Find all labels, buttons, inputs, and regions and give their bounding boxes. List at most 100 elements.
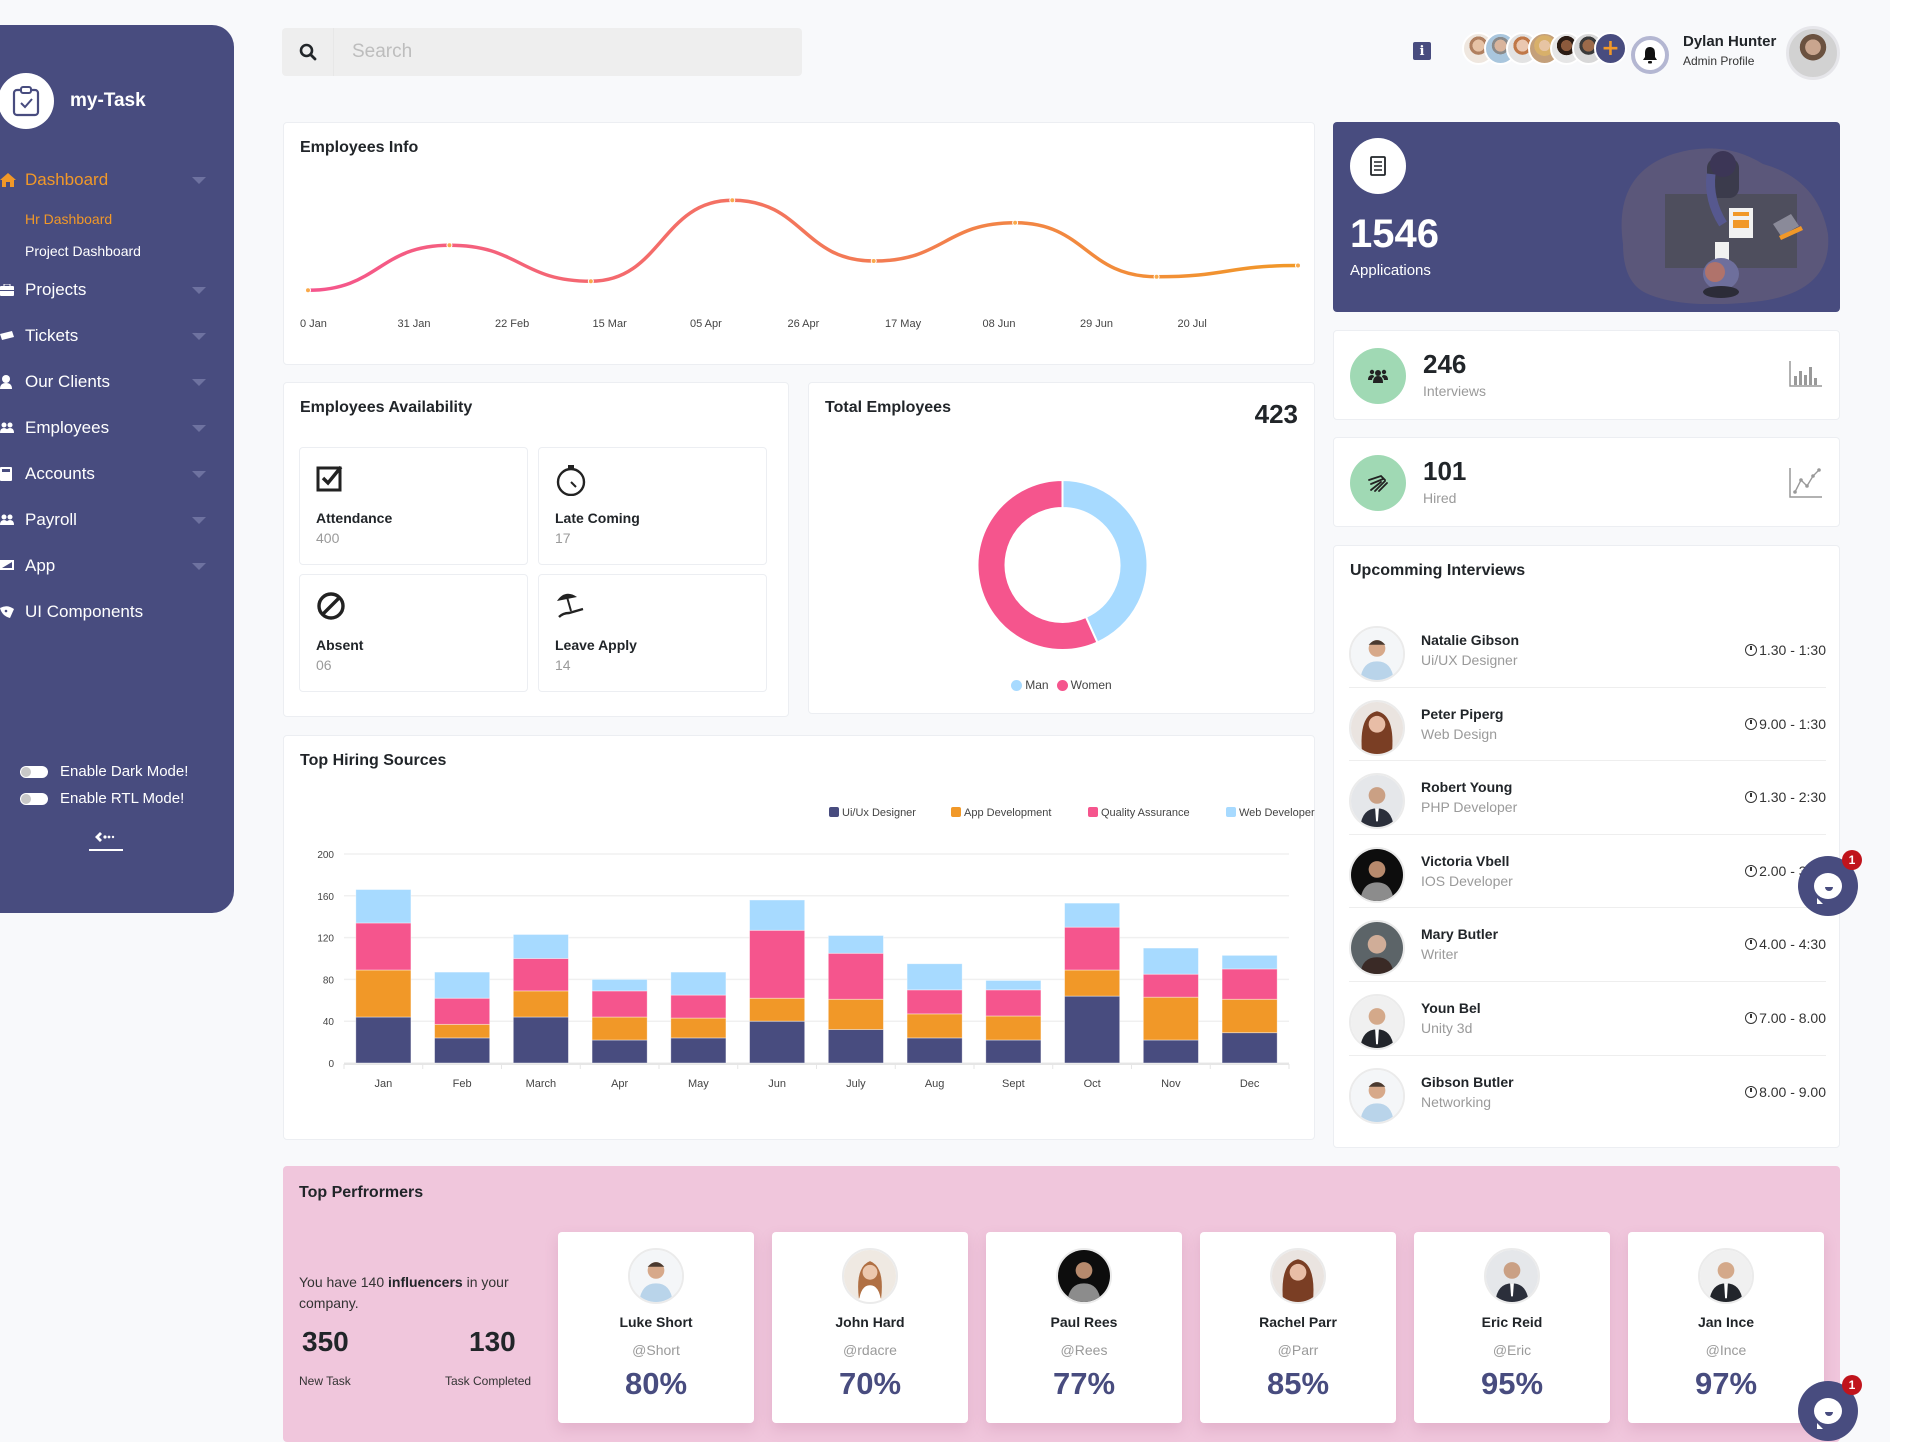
- performer-percent: 97%: [1694, 1366, 1758, 1401]
- x-tick-label: 20 Jul: [1178, 318, 1207, 330]
- sidebar-item-our-clients[interactable]: Our Clients: [0, 359, 234, 405]
- collapse-sidebar-button[interactable]: [88, 831, 124, 859]
- legend-item-women[interactable]: Women: [1056, 678, 1112, 692]
- interview-item[interactable]: Natalie Gibson Ui/UX Designer 1.30 - 1:3…: [1349, 614, 1826, 688]
- bar-segment: [591, 1039, 648, 1064]
- x-tick-label: Aug: [925, 1078, 945, 1090]
- interview-list: Natalie Gibson Ui/UX Designer 1.30 - 1:3…: [1349, 614, 1826, 1129]
- sidebar-item-projects[interactable]: Projects: [0, 267, 234, 313]
- bar-segment: [355, 922, 412, 971]
- leave-apply-tile[interactable]: Leave Apply 14: [538, 574, 767, 692]
- sidebar-item-dashboard[interactable]: Dashboard: [0, 157, 234, 203]
- dark-mode-toggle-row[interactable]: Enable Dark Mode!: [20, 758, 188, 785]
- brand-name: my-Task: [70, 90, 146, 111]
- bar-segment: [906, 963, 963, 991]
- sidebar: my-Task Dashboard Hr Dashboard Project D…: [0, 25, 234, 913]
- interview-item[interactable]: Gibson Butler Networking 8.00 - 9.00: [1349, 1056, 1826, 1130]
- brand[interactable]: my-Task: [0, 73, 146, 129]
- x-tick-label: 05 Apr: [690, 318, 722, 330]
- interview-item[interactable]: Youn Bel Unity 3d 7.00 - 8.00: [1349, 982, 1826, 1056]
- x-tick-label: Sept: [1002, 1078, 1025, 1090]
- attendance-tile[interactable]: Attendance 400: [299, 447, 528, 565]
- chevron-down-icon: [192, 177, 206, 184]
- sidebar-item-app[interactable]: App: [0, 543, 234, 589]
- sidebar-item-tickets[interactable]: Tickets: [0, 313, 234, 359]
- late-coming-tile[interactable]: Late Coming 17: [538, 447, 767, 565]
- sidebar-item-label: Projects: [25, 280, 87, 299]
- bar-segment: [670, 1017, 727, 1039]
- chat-widget-button[interactable]: 1: [1798, 1375, 1862, 1441]
- performer-name: Eric Reid: [1481, 1314, 1543, 1330]
- bar-segment: [1064, 902, 1121, 928]
- interviewee-role: Writer: [1421, 946, 1459, 963]
- chat-widget-button[interactable]: 1: [1798, 850, 1862, 916]
- sidebar-item-label: Dashboard: [25, 170, 109, 189]
- interviewee-role: Ui/UX Designer: [1421, 652, 1518, 668]
- chevron-down-icon: [192, 287, 206, 294]
- absent-tile[interactable]: Absent 06: [299, 574, 528, 692]
- document-icon: [1350, 138, 1406, 194]
- sidebar-item-project-dashboard[interactable]: Project Dashboard: [25, 235, 234, 267]
- add-member-button[interactable]: +: [1594, 32, 1627, 65]
- bar-segment: [1142, 1039, 1199, 1064]
- sidebar-toggles: Enable Dark Mode! Enable RTL Mode!: [20, 758, 188, 812]
- rtl-mode-toggle-row[interactable]: Enable RTL Mode!: [20, 785, 188, 812]
- info-icon[interactable]: i: [1413, 42, 1431, 60]
- bar-segment: [906, 1037, 963, 1064]
- notifications-button[interactable]: [1631, 36, 1669, 74]
- performer-card[interactable]: Paul Rees @Rees 77%: [986, 1232, 1182, 1423]
- avatar: [1698, 1248, 1754, 1304]
- sidebar-item-employees[interactable]: Employees: [0, 405, 234, 451]
- performer-card[interactable]: Jan Ince @Ince 97%: [1628, 1232, 1824, 1423]
- x-tick-label: March: [526, 1078, 557, 1090]
- legend-item-man[interactable]: Man: [1011, 678, 1049, 692]
- interview-item[interactable]: Mary Butler Writer 4.00 - 4:30: [1349, 908, 1826, 982]
- search-icon[interactable]: [282, 28, 334, 76]
- legend-swatch: [1056, 679, 1068, 691]
- bar-segment: [985, 980, 1042, 991]
- bar-segment: [512, 934, 569, 959]
- sidebar-item-ui-components[interactable]: UI Components: [0, 589, 234, 635]
- performer-card[interactable]: John Hard @rdacre 70%: [772, 1232, 968, 1423]
- sidebar-item-payroll[interactable]: Payroll: [0, 497, 234, 543]
- users-icon: [0, 422, 24, 434]
- tile-label: Leave Apply: [555, 637, 637, 653]
- bar-segment: [827, 952, 884, 1000]
- bar-segment: [670, 994, 727, 1019]
- interview-item[interactable]: Victoria Vbell IOS Developer 2.00 - 3:30: [1349, 835, 1826, 909]
- sidebar-item-hr-dashboard[interactable]: Hr Dashboard: [25, 203, 234, 235]
- performer-card[interactable]: Rachel Parr @Parr 85%: [1200, 1232, 1396, 1423]
- bar-segment: [670, 1037, 727, 1064]
- employees-availability-card: Employees Availability Attendance 400 La…: [283, 382, 789, 717]
- users-icon: [1350, 348, 1406, 404]
- line-point: [1153, 273, 1160, 280]
- time-text: 1.30 - 2:30: [1759, 789, 1826, 806]
- avatar: [1349, 699, 1405, 756]
- interviewee-role: Unity 3d: [1421, 1019, 1473, 1036]
- performer-card[interactable]: Luke Short @Short 80%: [558, 1232, 754, 1423]
- chat-badge: 1: [1842, 850, 1862, 870]
- legend-swatch: [1226, 807, 1236, 817]
- time-text: 4.00 - 4:30: [1759, 936, 1826, 953]
- tile-label: Late Coming: [555, 510, 640, 526]
- y-tick-label: 40: [323, 1017, 335, 1028]
- bar-segment: [512, 1016, 569, 1064]
- interview-item[interactable]: Peter Piperg Web Design 9.00 - 1:30: [1349, 688, 1826, 762]
- bar-segment: [355, 969, 412, 1018]
- x-tick-label: Nov: [1161, 1078, 1181, 1090]
- bar-segment: [512, 990, 569, 1018]
- x-tick-label: May: [688, 1078, 709, 1090]
- sidebar-item-label: Our Clients: [25, 372, 111, 391]
- user-role: Admin Profile: [1683, 54, 1755, 68]
- avatar: [1349, 773, 1405, 830]
- performer-handle: @Short: [632, 1342, 680, 1358]
- dark-mode-toggle[interactable]: [20, 765, 48, 778]
- performer-card[interactable]: Eric Reid @Eric 95%: [1414, 1232, 1610, 1423]
- rtl-mode-toggle[interactable]: [20, 792, 48, 805]
- profile-avatar[interactable]: [1786, 26, 1840, 80]
- interview-item[interactable]: Robert Young PHP Developer 1.30 - 2:30: [1349, 761, 1826, 835]
- search-input[interactable]: [334, 41, 774, 63]
- avatar: [1270, 1248, 1326, 1304]
- team-avatars[interactable]: +: [1462, 32, 1627, 65]
- sidebar-item-accounts[interactable]: Accounts: [0, 451, 234, 497]
